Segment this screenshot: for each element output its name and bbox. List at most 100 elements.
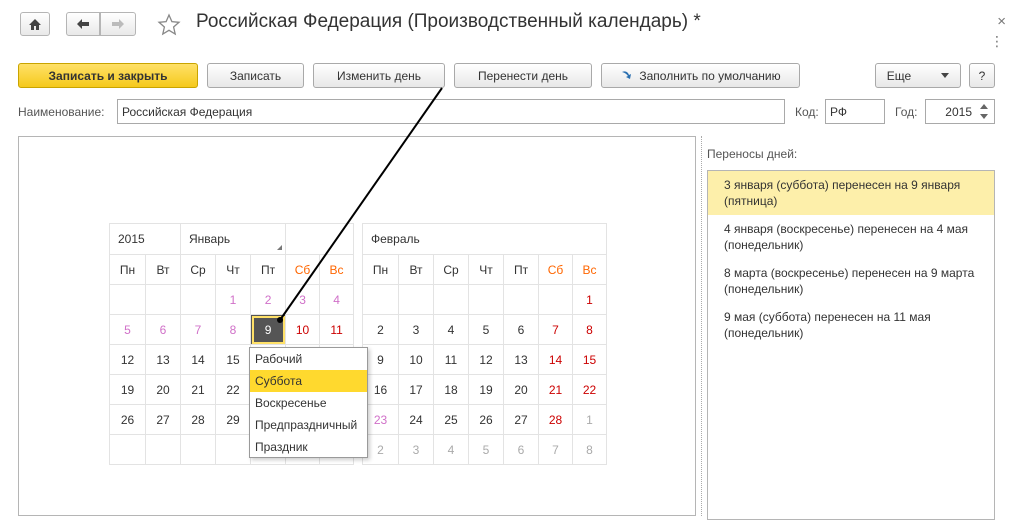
calendar-day[interactable]: 19: [468, 374, 504, 405]
name-field[interactable]: Российская Федерация: [117, 99, 785, 124]
calendar-day[interactable]: 6: [144, 314, 182, 345]
transfers-list: 3 января (суббота) перенесен на 9 января…: [707, 170, 995, 520]
menu-item-working[interactable]: Рабочий: [250, 348, 367, 370]
more-actions-icon[interactable]: ⋮: [990, 34, 1004, 48]
calendar-day[interactable]: 1: [571, 404, 608, 435]
calendar-week-row: 2345678: [362, 434, 608, 465]
save-button[interactable]: Записать: [207, 63, 304, 88]
calendar-day: [503, 284, 539, 315]
star-icon[interactable]: [157, 13, 181, 37]
weekday-header: Чт: [215, 254, 252, 285]
calendar-day[interactable]: 17: [398, 374, 434, 405]
calendar-day[interactable]: 13: [144, 344, 182, 375]
back-button[interactable]: [66, 12, 100, 36]
calendar-day[interactable]: 8: [215, 314, 252, 345]
calendar-day[interactable]: 5: [468, 314, 504, 345]
calendar-day[interactable]: 6: [503, 434, 539, 465]
panel-splitter[interactable]: [701, 136, 702, 516]
calendar-day[interactable]: 21: [538, 374, 573, 405]
calendar-day: [180, 434, 217, 465]
year-spin-icon[interactable]: [976, 101, 992, 122]
weekday-header: Пт: [503, 254, 539, 285]
menu-item-sunday[interactable]: Воскресенье: [250, 392, 367, 414]
year-label: Год:: [895, 105, 918, 119]
calendar-day[interactable]: 7: [538, 434, 573, 465]
calendar-week-row: 9 10 11 12 13 14 15: [362, 344, 608, 375]
transfers-title: Переносы дней:: [707, 147, 798, 161]
calendar-day[interactable]: 20: [503, 374, 539, 405]
calendar-day[interactable]: 1: [215, 284, 252, 315]
calendar-day[interactable]: 15: [215, 344, 252, 375]
calendar-day[interactable]: 3: [398, 434, 434, 465]
calendar-day[interactable]: 18: [433, 374, 469, 405]
calendar-day[interactable]: 27: [144, 404, 182, 435]
code-label: Код:: [795, 105, 819, 119]
calendar-day[interactable]: 15: [571, 344, 608, 375]
calendar-day[interactable]: 10: [398, 344, 434, 375]
calendar-day[interactable]: 1: [571, 284, 608, 315]
calendar-day[interactable]: 26: [109, 404, 146, 435]
code-field[interactable]: РФ: [825, 99, 885, 124]
weekday-header: Вс: [571, 254, 608, 285]
calendar-day[interactable]: 27: [503, 404, 539, 435]
calendar-day[interactable]: 20: [144, 374, 182, 405]
day-type-menu: Рабочий Суббота Воскресенье Предпразднич…: [249, 347, 368, 458]
arrow-right-icon: [112, 19, 124, 29]
calendar-day[interactable]: 26: [468, 404, 504, 435]
transfer-item[interactable]: 4 января (воскресенье) перенесен на 4 ма…: [708, 215, 994, 259]
calendar-day: [144, 284, 182, 315]
calendar-day[interactable]: 12: [109, 344, 146, 375]
transfer-item[interactable]: 9 мая (суббота) перенесен на 11 мая (пон…: [708, 303, 994, 347]
calendar-day: [180, 284, 217, 315]
transfer-item[interactable]: 8 марта (воскресенье) перенесен на 9 мар…: [708, 259, 994, 303]
calendar-day[interactable]: 14: [538, 344, 573, 375]
arrow-left-icon: [77, 19, 89, 29]
calendar-day[interactable]: 7: [538, 314, 573, 345]
more-button[interactable]: Еще: [875, 63, 961, 88]
weekday-header: Сб: [538, 254, 573, 285]
fill-default-label: Заполнить по умолчанию: [639, 68, 781, 83]
chevron-down-icon: [941, 73, 950, 78]
calendar-day[interactable]: 22: [215, 374, 252, 405]
calendar-day[interactable]: 22: [571, 374, 608, 405]
calendar-day: [109, 434, 146, 465]
menu-item-holiday[interactable]: Праздник: [250, 436, 367, 458]
calendar-day[interactable]: 11: [433, 344, 469, 375]
calendar-day[interactable]: 13: [503, 344, 539, 375]
calendar-day[interactable]: 5: [468, 434, 504, 465]
forward-button[interactable]: [100, 12, 136, 36]
help-button[interactable]: ?: [969, 63, 995, 88]
weekday-header: Пн: [109, 254, 146, 285]
change-day-button[interactable]: Изменить день: [313, 63, 445, 88]
calendar-day[interactable]: 8: [571, 314, 608, 345]
calendar-day[interactable]: 19: [109, 374, 146, 405]
home-button[interactable]: [20, 12, 50, 36]
weekday-header: Вт: [144, 254, 182, 285]
weekday-header: Чт: [468, 254, 504, 285]
menu-item-saturday[interactable]: Суббота: [250, 370, 367, 392]
close-icon[interactable]: ×: [997, 13, 1006, 30]
save-and-close-button[interactable]: Записать и закрыть: [18, 63, 198, 88]
calendar-day[interactable]: 7: [180, 314, 217, 345]
calendar-day[interactable]: 5: [109, 314, 146, 345]
calendar-day[interactable]: 24: [398, 404, 434, 435]
calendar-day[interactable]: 8: [571, 434, 608, 465]
calendar-day[interactable]: 29: [215, 404, 252, 435]
home-icon: [29, 18, 41, 30]
window-title: Российская Федерация (Производственный к…: [196, 11, 701, 32]
move-day-connector: [277, 87, 443, 323]
calendar-day[interactable]: 21: [180, 374, 217, 405]
move-day-button[interactable]: Перенести день: [454, 63, 592, 88]
calendar-day[interactable]: 12: [468, 344, 504, 375]
calendar-day[interactable]: 25: [433, 404, 469, 435]
calendar-day: [109, 284, 146, 315]
fill-default-button[interactable]: Заполнить по умолчанию: [601, 63, 800, 88]
menu-item-preholiday[interactable]: Предпраздничный: [250, 414, 367, 436]
calendar-day[interactable]: 6: [503, 314, 539, 345]
calendar-day[interactable]: 14: [180, 344, 217, 375]
calendar-day[interactable]: 28: [180, 404, 217, 435]
calendar-day[interactable]: 28: [538, 404, 573, 435]
transfer-item[interactable]: 3 января (суббота) перенесен на 9 января…: [708, 171, 994, 215]
weekday-header: Ср: [180, 254, 217, 285]
calendar-day[interactable]: 4: [433, 434, 469, 465]
